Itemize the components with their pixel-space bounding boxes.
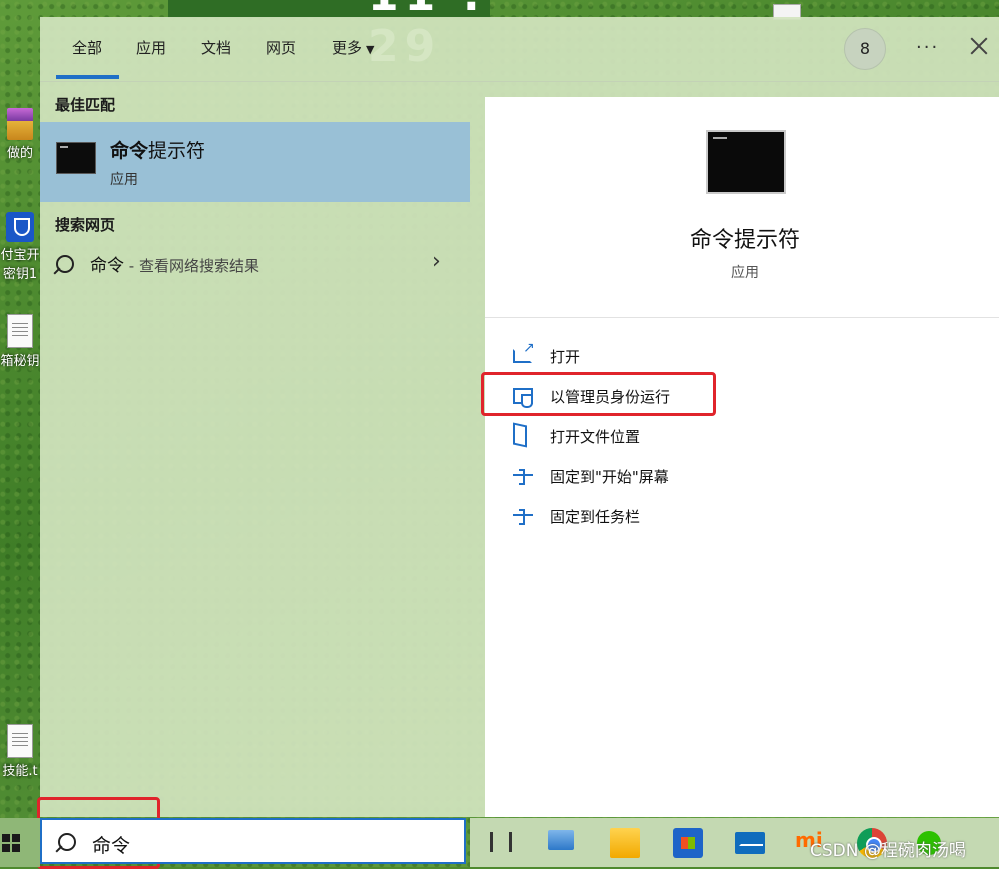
search-icon	[58, 833, 76, 851]
desktop-icon-label: 箱秘钥	[0, 354, 40, 369]
action-label: 固定到"开始"屏幕	[550, 468, 669, 486]
desktop-icon-label: 付宝开	[0, 248, 40, 263]
desktop-icon-shortcut[interactable]: 付宝开 密钥1	[0, 212, 40, 282]
action-label: 打开文件位置	[550, 428, 641, 446]
web-search-heading: 搜索网页	[55, 216, 116, 234]
rewards-badge[interactable]: 8	[844, 28, 886, 70]
tab-all[interactable]: 全部	[72, 37, 102, 58]
desktop-icon-winrar[interactable]: 做的	[0, 108, 40, 161]
tab-documents[interactable]: 文档	[201, 37, 231, 58]
tab-apps[interactable]: 应用	[136, 37, 166, 58]
chevron-right-icon: ›	[432, 249, 441, 274]
action-label: 固定到任务栏	[550, 508, 641, 526]
best-match-result[interactable]: 命令提示符 应用	[40, 122, 470, 202]
command-prompt-icon-large	[706, 130, 786, 194]
start-button[interactable]	[0, 818, 40, 867]
microsoft-store-icon[interactable]	[673, 828, 703, 858]
tab-web[interactable]: 网页	[266, 37, 296, 58]
desktop-icon-label: 技能.t	[2, 764, 38, 779]
results-list: 最佳匹配 命令提示符 应用 搜索网页 命令 - 查看网络搜索结果 ›	[40, 82, 470, 817]
desktop-icon-text-file[interactable]: 箱秘钥	[0, 314, 40, 369]
best-match-type: 应用	[110, 172, 138, 188]
action-label: 打开	[550, 348, 581, 366]
tab-more-label: 更多	[332, 39, 363, 57]
preview-pane: 命令提示符 应用 打开 以管理员身份运行 打开文件位置 固定到"开始"屏幕 固定…	[485, 97, 999, 817]
desktop-clock-widget: 11 : 29	[168, 0, 490, 72]
windows-logo-icon	[2, 834, 20, 852]
best-match-name: 命令提示符	[110, 136, 205, 163]
best-match-name-bold: 命令	[110, 140, 149, 162]
task-view-icon[interactable]	[490, 832, 512, 852]
search-input[interactable]: 命令	[92, 831, 130, 858]
mail-icon[interactable]	[735, 832, 765, 854]
more-options-icon[interactable]: ···	[916, 37, 939, 58]
text-file-icon	[7, 314, 33, 348]
pin-start-icon	[513, 466, 535, 485]
pin-taskbar-icon	[513, 506, 535, 525]
desktop-icon-text-file-2[interactable]: 技能.t	[0, 724, 40, 779]
winrar-icon	[7, 108, 33, 140]
web-search-text: 命令 - 查看网络搜索结果	[90, 251, 259, 276]
taskbar-search-box[interactable]: 命令	[40, 818, 466, 864]
desktop-icon-label-line2: 密钥1	[2, 267, 38, 282]
preview-subtitle: 应用	[731, 265, 759, 281]
preview-header: 命令提示符 应用	[485, 97, 999, 318]
web-search-query: 命令	[90, 256, 124, 276]
folder-location-icon	[513, 422, 527, 448]
preview-title: 命令提示符	[689, 228, 800, 253]
this-pc-icon[interactable]	[548, 830, 574, 850]
caret-down-icon: ▼	[366, 43, 375, 56]
web-search-suffix: - 查看网络搜索结果	[124, 257, 259, 275]
best-match-heading: 最佳匹配	[55, 96, 116, 114]
action-label: 以管理员身份运行	[550, 388, 671, 406]
search-panel: 全部 应用 文档 网页 更多 ▼ 8 ··· 最佳匹配 命令提示符 应用 搜索网页…	[40, 17, 999, 817]
active-tab-indicator	[56, 75, 119, 79]
close-icon[interactable]	[970, 37, 988, 55]
tab-more[interactable]: 更多 ▼	[332, 37, 374, 58]
web-search-result[interactable]: 命令 - 查看网络搜索结果 ›	[40, 247, 470, 285]
search-icon	[56, 255, 74, 273]
file-explorer-icon[interactable]	[610, 828, 640, 858]
admin-shield-icon	[513, 388, 533, 408]
open-icon	[513, 340, 535, 363]
shield-shortcut-icon	[6, 212, 34, 242]
command-prompt-icon	[56, 142, 96, 174]
text-file-icon	[7, 724, 33, 758]
desktop-icon-label: 做的	[6, 146, 33, 161]
watermark-text: CSDN @程碗肉汤喝	[810, 841, 966, 861]
best-match-name-rest: 提示符	[148, 140, 206, 162]
search-panel-header: 全部 应用 文档 网页 更多 ▼ 8 ···	[40, 17, 999, 82]
